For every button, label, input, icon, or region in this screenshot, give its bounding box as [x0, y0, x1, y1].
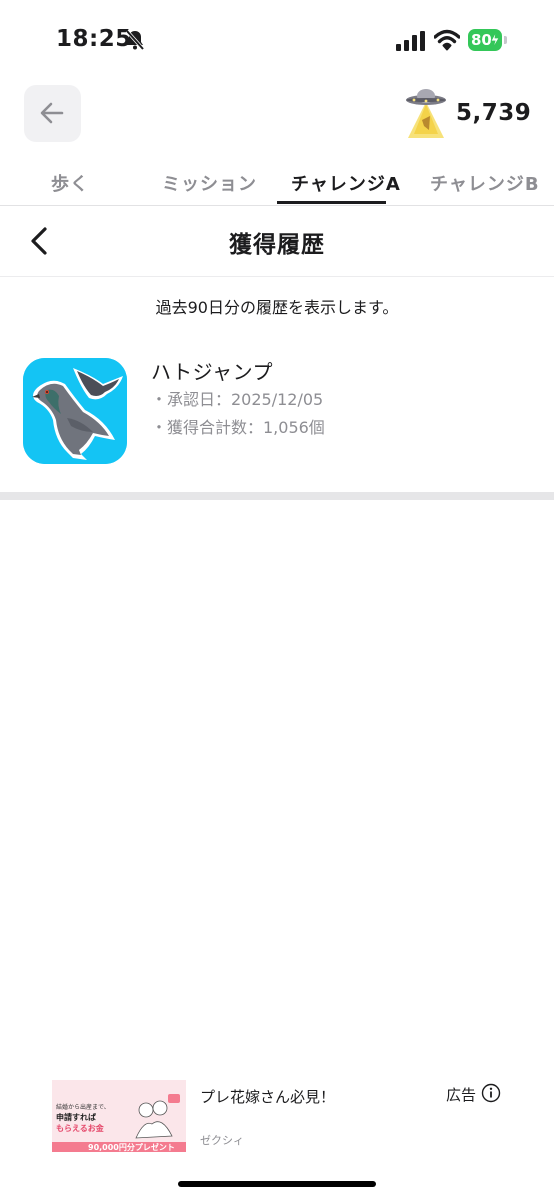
- status-bar: 18:25 80: [0, 0, 554, 84]
- ad-source: ゼクシィ: [200, 1134, 244, 1147]
- coin-count: 5,739: [456, 100, 532, 126]
- active-tab-indicator: [277, 201, 386, 204]
- battery-indicator: 80: [468, 29, 508, 53]
- history-info-text: 過去90日分の履歴を表示します。: [155, 298, 399, 317]
- home-indicator[interactable]: [178, 1181, 376, 1187]
- status-time: 18:25: [56, 26, 132, 52]
- battery-cap: [504, 36, 507, 44]
- tab-walk[interactable]: 歩く: [51, 170, 89, 196]
- pigeon-app-icon: [23, 358, 127, 464]
- tab-bar: 歩く ミッション チャレンジA チャレンジB: [0, 160, 554, 206]
- history-list-item[interactable]: ハトジャンプ ・承認日：2025/12/05 ・獲得合計数：1,056個: [0, 350, 554, 480]
- arrow-left-icon: [40, 102, 64, 124]
- info-circle-icon[interactable]: [481, 1083, 501, 1103]
- ad-image-line-4: 90,000円分プレゼント: [88, 1143, 175, 1152]
- tab-mission[interactable]: ミッション: [162, 170, 257, 196]
- tab-challenge-a[interactable]: チャレンジA: [291, 170, 401, 196]
- signal-icon: [396, 31, 425, 51]
- ad-banner[interactable]: 結婚から出産まで、 申請すれば もらえるお金 90,000円分プレゼント プレ花…: [0, 1072, 554, 1162]
- history-item-total: ・獲得合計数：1,056個: [151, 418, 325, 437]
- ad-image[interactable]: 結婚から出産まで、 申請すれば もらえるお金 90,000円分プレゼント: [52, 1080, 186, 1152]
- tab-challenge-b[interactable]: チャレンジB: [430, 170, 540, 196]
- ad-label: 広告: [446, 1086, 477, 1104]
- bell-slash-icon: [125, 29, 145, 51]
- ad-image-line-2: 申請すれば: [56, 1113, 96, 1122]
- section-divider: [0, 492, 554, 500]
- ad-image-line-1: 結婚から出産まで、: [56, 1104, 110, 1111]
- section-header: 獲得履歴: [0, 206, 554, 277]
- history-item-approved-date: ・承認日：2025/12/05: [151, 390, 324, 409]
- charging-bolt-icon: [490, 32, 500, 48]
- ufo-icon: [406, 89, 446, 138]
- wifi-icon: [434, 29, 460, 51]
- pigeon-icon: [23, 358, 127, 464]
- history-item-title: ハトジャンプ: [151, 360, 273, 384]
- ad-title[interactable]: プレ花嫁さん必見！: [200, 1086, 335, 1107]
- page-title: 獲得履歴: [229, 232, 325, 258]
- back-button[interactable]: [24, 85, 81, 142]
- ad-image-line-3: もらえるお金: [56, 1124, 104, 1133]
